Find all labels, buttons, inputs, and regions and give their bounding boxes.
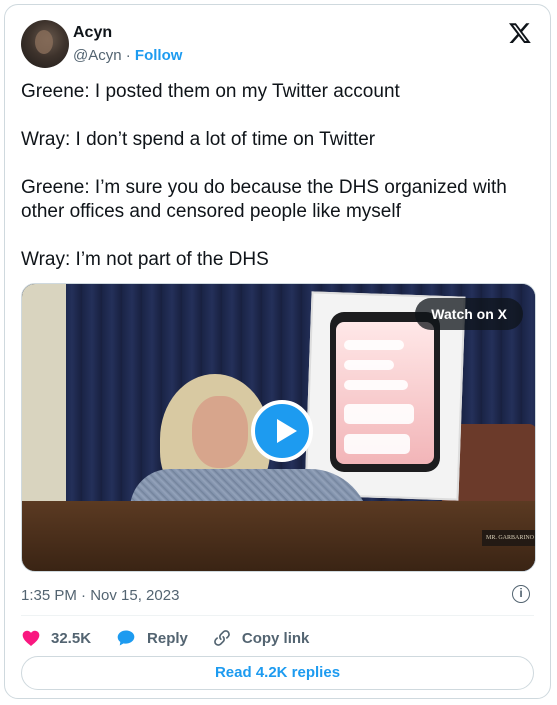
author-name[interactable]: Acyn: [73, 24, 112, 42]
chat-bubble: [344, 360, 394, 370]
watch-on-x-button[interactable]: Watch on X: [415, 298, 523, 330]
follow-button[interactable]: Follow: [135, 47, 183, 64]
author-handle[interactable]: @Acyn: [73, 47, 122, 64]
heart-icon: [22, 630, 40, 646]
tweet-paragraph: Greene: I posted them on my Twitter acco…: [21, 81, 400, 102]
tweet-paragraph: Wray: I don’t spend a lot of time on Twi…: [21, 129, 376, 150]
x-logo-icon[interactable]: [508, 21, 532, 45]
timestamp[interactable]: 1:35 PM · Nov 15, 2023: [21, 587, 179, 604]
handle-separator: ·: [125, 47, 131, 64]
link-icon: [214, 630, 230, 646]
like-button[interactable]: 32.5K: [21, 628, 91, 648]
desk: [22, 501, 535, 571]
tweet-paragraph: Wray: I’m not part of the DHS: [21, 249, 269, 270]
tweet-paragraph: Greene: I’m sure you do because the DHS …: [21, 177, 507, 222]
video-thumbnail[interactable]: MR. GARBARINO Watch on X: [21, 283, 536, 572]
speaker-face: [192, 396, 248, 468]
tweet-text: Greene: I posted them on my Twitter acco…: [21, 80, 536, 296]
copy-link-button[interactable]: Copy link: [212, 628, 310, 648]
reply-button[interactable]: Reply: [115, 628, 188, 648]
divider: [21, 615, 534, 616]
play-icon[interactable]: [251, 400, 313, 462]
info-icon[interactable]: i: [512, 585, 530, 603]
chat-bubble: [344, 340, 404, 350]
copy-link-label: Copy link: [241, 629, 310, 647]
read-replies-button[interactable]: Read 4.2K replies: [21, 656, 534, 690]
nameplate: MR. GARBARINO: [482, 530, 535, 546]
author-handle-row: @Acyn · Follow: [73, 47, 182, 64]
avatar[interactable]: [21, 20, 69, 68]
reply-label: Reply: [147, 629, 188, 647]
tweet-card: Acyn @Acyn · Follow Greene: I posted the…: [4, 4, 551, 699]
action-bar: 32.5K Reply Copy link: [21, 626, 333, 650]
likes-count: 32.5K: [51, 629, 92, 647]
reply-bubble-icon: [117, 630, 135, 646]
